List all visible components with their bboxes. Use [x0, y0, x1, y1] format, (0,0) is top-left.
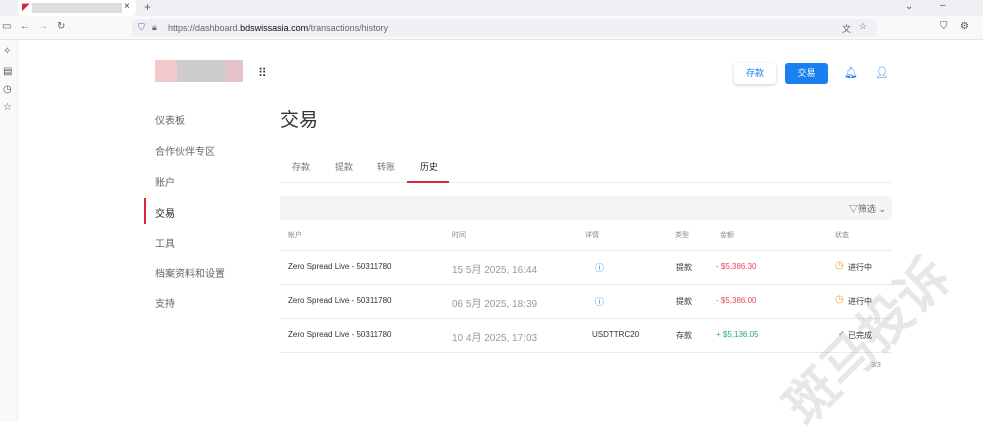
close-tab-icon[interactable]: × — [124, 1, 130, 12]
shield-icon: ⛉ — [138, 22, 145, 32]
tab-list-icon[interactable]: ⌄ — [905, 1, 913, 12]
time-cell: 15 5月 2025, 16:44 — [452, 265, 538, 276]
filter-button[interactable]: ▽筛选 ⌄ — [849, 202, 886, 215]
table-row[interactable]: Zero Spread Live - 50311780 10 4月 2025, … — [0, 318, 983, 352]
info-icon[interactable]: ⓘ — [595, 295, 604, 308]
tabs-divider — [280, 182, 892, 183]
amount-cell: - $5,386.00 — [716, 296, 757, 305]
tab-deposit[interactable]: 存款 — [292, 160, 310, 173]
col-status: 状态 — [835, 232, 849, 239]
time-cell: 06 5月 2025, 18:39 — [452, 299, 538, 310]
row-divider — [280, 352, 892, 353]
account-cell: Zero Spread Live - 50311780 — [288, 262, 392, 271]
tab-history[interactable]: 历史 — [420, 160, 438, 173]
favicon-icon: ◤ — [22, 2, 30, 13]
history-icon[interactable]: ◷ — [3, 84, 12, 95]
status-badge: 已完成 — [848, 331, 872, 340]
tab-withdraw[interactable]: 提款 — [335, 160, 353, 173]
bookmark-star-icon[interactable]: ☆ — [859, 21, 867, 32]
lock-icon: 🔒︎ — [152, 22, 157, 32]
status-badge: 进行中 — [848, 297, 872, 306]
status-badge: 进行中 — [848, 263, 872, 272]
tab-transfer[interactable]: 转账 — [377, 160, 395, 173]
notifications-bell-icon[interactable]: 🔔︎ — [844, 66, 858, 79]
address-bar[interactable]: ⛉ 🔒︎ https://dashboard.bdswissasia.com/t… — [132, 19, 877, 37]
col-amount: 金额 — [720, 232, 734, 239]
browser-sidebar: ✧ ▤ ◷ ☆ — [0, 40, 18, 422]
sidebar-item-dashboard[interactable]: 仪表板 — [155, 112, 185, 127]
col-time: 时间 — [452, 232, 466, 239]
tabs-icon[interactable]: ▤ — [3, 66, 12, 77]
clock-icon: ◷ — [835, 260, 844, 271]
col-account: 帐户 — [288, 232, 302, 239]
tab-title-redacted — [32, 3, 122, 13]
reload-icon[interactable]: ↻ — [57, 21, 65, 32]
extensions-icon[interactable]: ⚙ — [960, 21, 969, 32]
url-domain: bdswissasia.com — [240, 23, 309, 33]
filter-bar: ▽筛选 ⌄ — [280, 196, 892, 220]
amount-cell: + $5,136.05 — [716, 330, 759, 339]
ai-icon[interactable]: ✧ — [3, 46, 11, 57]
minimize-icon[interactable]: – — [940, 0, 946, 11]
sidebar-item-partner[interactable]: 合作伙伴专区 — [155, 143, 215, 158]
apps-grid-icon[interactable]: ⠿ — [258, 66, 267, 80]
page-title: 交易 — [280, 110, 319, 131]
col-details: 详情 — [585, 232, 599, 239]
translate-icon[interactable]: 文 — [842, 22, 851, 35]
url-prefix: https://dashboard. — [168, 23, 241, 33]
time-cell: 10 4月 2025, 17:03 — [452, 333, 538, 344]
bookmarks-icon[interactable]: ☆ — [3, 102, 12, 113]
sidebar-item-trade[interactable]: 交易 — [155, 205, 175, 220]
pocket-icon[interactable]: ⛉ — [940, 21, 948, 32]
info-icon[interactable]: ⓘ — [595, 261, 604, 274]
type-cell: 存款 — [676, 331, 692, 340]
amount-cell: - $5,386.30 — [716, 262, 757, 271]
pagination: 3/3 — [871, 362, 881, 369]
trade-button[interactable]: 交易 — [785, 63, 828, 84]
url-path: /transactions/history — [308, 23, 389, 33]
type-cell: 提款 — [676, 263, 692, 272]
logo-redacted[interactable] — [155, 60, 243, 82]
active-tab-underline — [407, 181, 449, 183]
back-icon[interactable]: ← — [20, 21, 30, 32]
sidebar-item-accounts[interactable]: 账户 — [155, 174, 175, 189]
sidebar-item-tools[interactable]: 工具 — [155, 235, 175, 250]
details-cell: USDTTRC20 — [592, 330, 640, 339]
check-icon: ✓ — [838, 329, 845, 338]
account-cell: Zero Spread Live - 50311780 — [288, 330, 392, 339]
forward-icon[interactable]: → — [38, 21, 48, 32]
chevron-down-icon: ⌄ — [878, 204, 886, 214]
filter-icon: ▽ — [848, 204, 858, 214]
account-cell: Zero Spread Live - 50311780 — [288, 296, 392, 305]
table-row[interactable]: Zero Spread Live - 50311780 06 5月 2025, … — [0, 284, 983, 318]
sidebar-toggle-icon[interactable]: ▭ — [2, 21, 11, 32]
filter-label: 筛选 — [857, 204, 876, 214]
deposit-button[interactable]: 存款 — [734, 63, 776, 84]
new-tab-button[interactable]: + — [144, 0, 151, 14]
active-indicator — [144, 198, 146, 224]
user-profile-icon[interactable]: 👤︎ — [875, 66, 889, 79]
clock-icon: ◷ — [835, 294, 844, 305]
type-cell: 提款 — [676, 297, 692, 306]
col-type: 类型 — [675, 232, 689, 239]
browser-tab[interactable]: ◤ × — [18, 0, 136, 16]
table-row[interactable]: Zero Spread Live - 50311780 15 5月 2025, … — [0, 250, 983, 284]
